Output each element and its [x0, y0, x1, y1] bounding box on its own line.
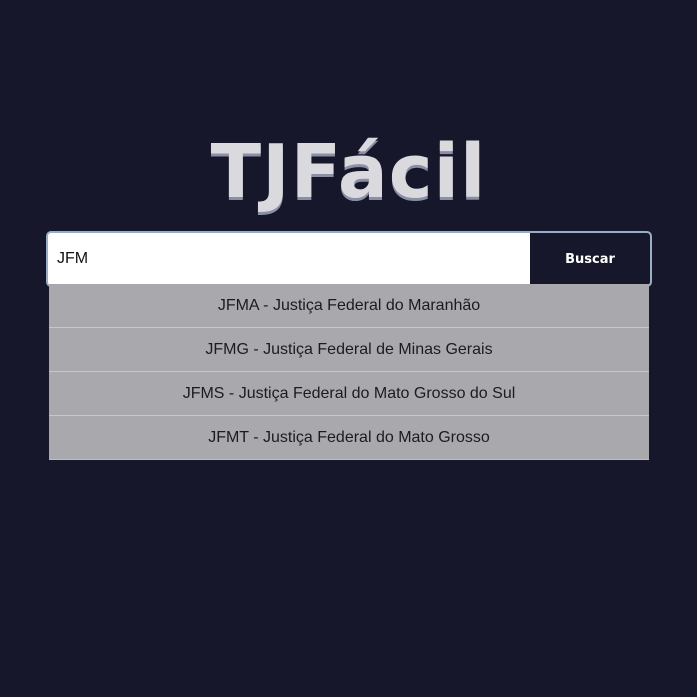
app-logo: TJFácil [210, 129, 487, 215]
suggestion-item-jfmt[interactable]: JFMT - Justiça Federal do Mato Grosso [49, 416, 649, 460]
search-bar: Buscar [46, 231, 652, 287]
search-button[interactable]: Buscar [530, 233, 650, 285]
suggestion-item-jfmg[interactable]: JFMG - Justiça Federal de Minas Gerais [49, 328, 649, 372]
suggestion-item-jfms[interactable]: JFMS - Justiça Federal do Mato Grosso do… [49, 372, 649, 416]
page: TJFácil Buscar JFMA - Justiça Federal do… [0, 0, 697, 697]
search-input[interactable] [48, 233, 530, 285]
suggestions-list: JFMA - Justiça Federal do Maranhão JFMG … [49, 284, 649, 460]
suggestion-item-jfma[interactable]: JFMA - Justiça Federal do Maranhão [49, 284, 649, 328]
